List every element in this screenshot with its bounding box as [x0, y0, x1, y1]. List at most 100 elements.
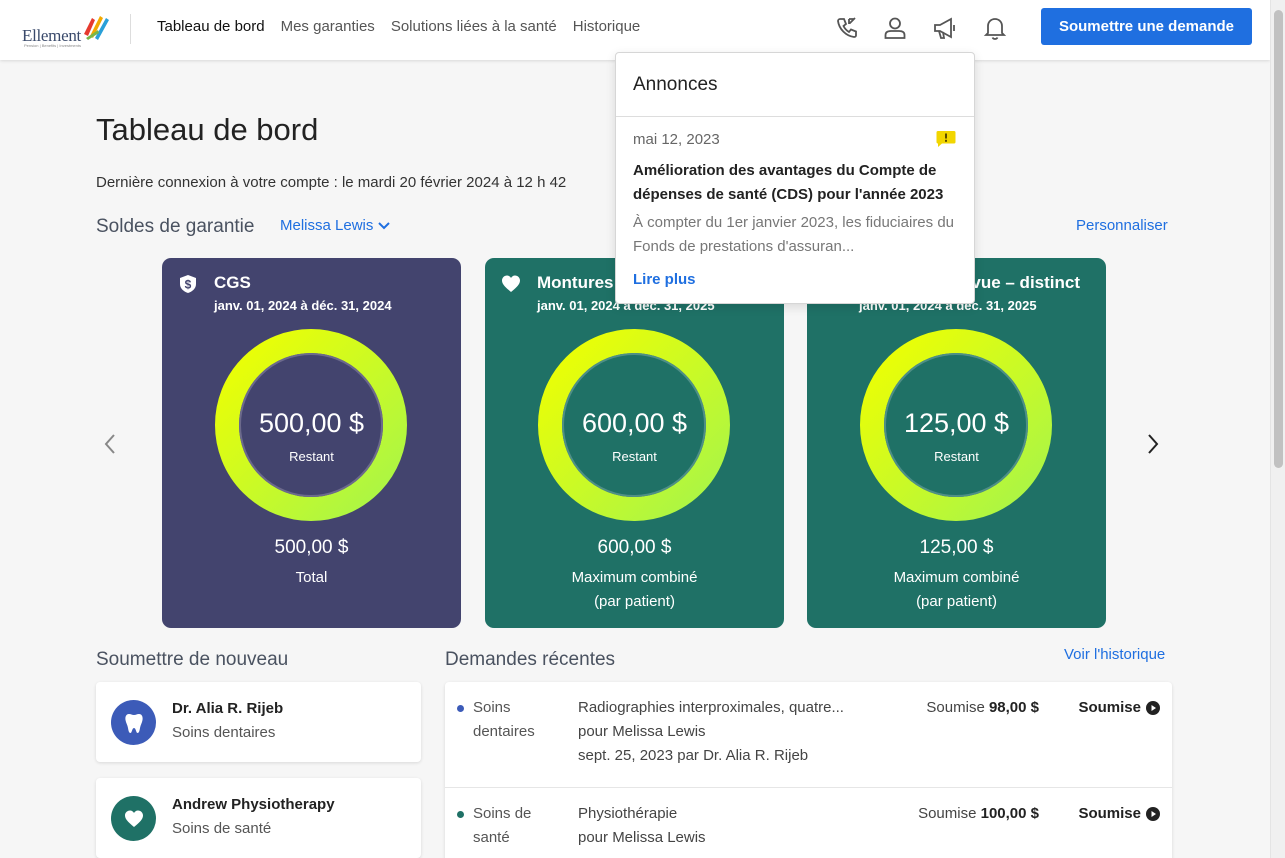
- claim-description: Radiographies interproximales, quatre...…: [578, 696, 878, 768]
- resubmit-item[interactable]: Andrew Physiotherapy Soins de santé: [96, 778, 421, 858]
- popup-title: Annonces: [633, 74, 718, 95]
- claim-amount-prefix: Soumise: [918, 805, 981, 822]
- tooth-icon: [124, 713, 143, 733]
- top-header: Ellement Pension | Benefits | Investment…: [0, 0, 1270, 60]
- phone-icon[interactable]: [834, 15, 860, 41]
- announcement-headline: Amélioration des avantages du Compte de …: [633, 162, 944, 203]
- balances-title: Soldes de garantie: [96, 216, 255, 237]
- remaining-label: Restant: [934, 449, 979, 464]
- claim-row[interactable]: Soins de santé Physiothérapie pour Melis…: [445, 787, 1172, 858]
- claim-status[interactable]: Soumise: [1078, 802, 1160, 826]
- total-label: Total: [162, 566, 461, 590]
- claim-amount-value: 100,00 $: [980, 805, 1039, 822]
- card-dates: janv. 01, 2024 à déc. 31, 2024: [214, 298, 392, 313]
- card-title: vue – distinct: [971, 273, 1080, 292]
- total-amount: 500,00 $: [274, 537, 349, 558]
- claim-description: Physiothérapie pour Melissa Lewis: [578, 802, 878, 850]
- claim-category-line1: Soins: [473, 699, 511, 716]
- total-label: Maximum combiné (par patient): [485, 566, 784, 614]
- card-title: CGS: [214, 273, 251, 292]
- claim-amount: Soumise 100,00 $: [918, 802, 1039, 826]
- provider-name: Dr. Alia R. Rijeb: [172, 700, 284, 717]
- announcements-popup: Annonces mai 12, 2023 Amélioration des a…: [615, 52, 975, 304]
- claim-status[interactable]: Soumise: [1078, 696, 1160, 720]
- claim-date-provider: sept. 25, 2023 par Dr. Alia R. Rijeb: [578, 747, 809, 764]
- bell-icon[interactable]: [982, 15, 1008, 41]
- resubmit-item[interactable]: Dr. Alia R. Rijeb Soins dentaires: [96, 682, 421, 762]
- provider-name: Andrew Physiotherapy: [172, 796, 335, 813]
- resubmit-title: Soumettre de nouveau: [96, 649, 289, 670]
- last-login-text: Dernière connexion à votre compte : le m…: [96, 174, 567, 191]
- total-label-line2: (par patient): [916, 593, 997, 610]
- remaining-amount: 125,00 $: [903, 408, 1010, 438]
- svg-text:$: $: [185, 278, 192, 292]
- balance-card-cgs[interactable]: $ CGS janv. 01, 2024 à déc. 31, 2024 500…: [162, 258, 461, 628]
- page-title: Tableau de bord: [96, 112, 319, 147]
- balance-card-frames[interactable]: Montures janv. 01, 2024 à déc. 31, 2025 …: [485, 258, 784, 628]
- nav-health-solutions[interactable]: Solutions liées à la santé: [391, 18, 557, 35]
- play-circle-icon: [1146, 807, 1160, 821]
- page-scrollbar[interactable]: [1270, 0, 1285, 858]
- claim-amount: Soumise 98,00 $: [926, 696, 1039, 720]
- read-more-link[interactable]: Lire plus: [633, 271, 696, 288]
- claim-patient: pour Melissa Lewis: [578, 829, 706, 846]
- header-divider: [130, 14, 131, 44]
- claim-category-line1: Soins de: [473, 805, 532, 822]
- claim-category-line2: dentaires: [473, 723, 535, 740]
- megaphone-icon[interactable]: [932, 15, 958, 41]
- chevron-down-icon: [378, 221, 391, 229]
- ellement-logo[interactable]: Ellement Pension | Benefits | Investment…: [22, 12, 112, 48]
- total-label-line1: Total: [295, 569, 328, 586]
- play-circle-icon: [1146, 701, 1160, 715]
- nav-history[interactable]: Historique: [573, 18, 641, 35]
- total-label: Maximum combiné (par patient): [807, 566, 1106, 614]
- remaining-amount: 600,00 $: [581, 408, 688, 438]
- remaining-amount: 500,00 $: [258, 408, 365, 438]
- view-history-link[interactable]: Voir l'historique: [1064, 646, 1165, 663]
- nav-my-coverage[interactable]: Mes garanties: [281, 18, 375, 35]
- claim-row[interactable]: Soins dentaires Radiographies interproxi…: [445, 682, 1172, 787]
- claim-service: Radiographies interproximales, quatre...: [578, 699, 844, 716]
- remaining-label: Restant: [612, 449, 657, 464]
- total-label-line2: (par patient): [594, 593, 675, 610]
- claim-category-line2: santé: [473, 829, 510, 846]
- shield-dollar-icon: $: [180, 275, 196, 293]
- popup-divider: [616, 116, 974, 117]
- user-icon[interactable]: [882, 15, 908, 41]
- care-type: Soins dentaires: [172, 724, 276, 741]
- claim-amount-prefix: Soumise: [926, 699, 989, 716]
- logo-mark-icon: [84, 16, 109, 40]
- carousel-prev-icon[interactable]: [100, 432, 122, 456]
- total-amount: 600,00 $: [597, 537, 672, 558]
- alert-badge-icon: [936, 131, 956, 147]
- logo-subtitle: Pension | Benefits | Investments: [24, 43, 81, 48]
- heart-icon: [502, 275, 520, 292]
- announcement-date: mai 12, 2023: [633, 131, 720, 148]
- claim-patient: pour Melissa Lewis: [578, 723, 706, 740]
- member-selector[interactable]: Melissa Lewis: [280, 217, 391, 234]
- customize-link[interactable]: Personnaliser: [1076, 217, 1168, 234]
- avatar: [111, 700, 156, 745]
- card-title: Montures: [537, 273, 614, 292]
- remaining-label: Restant: [289, 449, 334, 464]
- main-nav: Tableau de bord Mes garanties Solutions …: [157, 18, 640, 35]
- care-type: Soins de santé: [172, 820, 272, 837]
- balance-card-vision[interactable]: vue – distinct janv. 01, 2024 à déc. 31,…: [807, 258, 1106, 628]
- avatar: [111, 796, 156, 841]
- claim-category: Soins de santé: [473, 802, 563, 850]
- scrollbar-thumb[interactable]: [1274, 10, 1283, 468]
- carousel-next-icon[interactable]: [1141, 432, 1163, 456]
- nav-dashboard[interactable]: Tableau de bord: [157, 18, 265, 35]
- claim-service: Physiothérapie: [578, 805, 678, 822]
- claim-status-label: Soumise: [1078, 699, 1141, 716]
- total-label-line1: Maximum combiné: [893, 569, 1020, 586]
- total-amount: 125,00 $: [919, 537, 994, 558]
- total-label-line1: Maximum combiné: [571, 569, 698, 586]
- announcement-body: À compter du 1er janvier 2023, les fiduc…: [633, 214, 955, 255]
- claim-status-label: Soumise: [1078, 805, 1141, 822]
- member-name: Melissa Lewis: [280, 217, 374, 234]
- recent-claims-list: Soins dentaires Radiographies interproxi…: [445, 682, 1172, 858]
- submit-claim-button[interactable]: Soumettre une demande: [1041, 8, 1252, 45]
- recent-claims-title: Demandes récentes: [445, 649, 616, 670]
- heart-icon: [124, 810, 143, 827]
